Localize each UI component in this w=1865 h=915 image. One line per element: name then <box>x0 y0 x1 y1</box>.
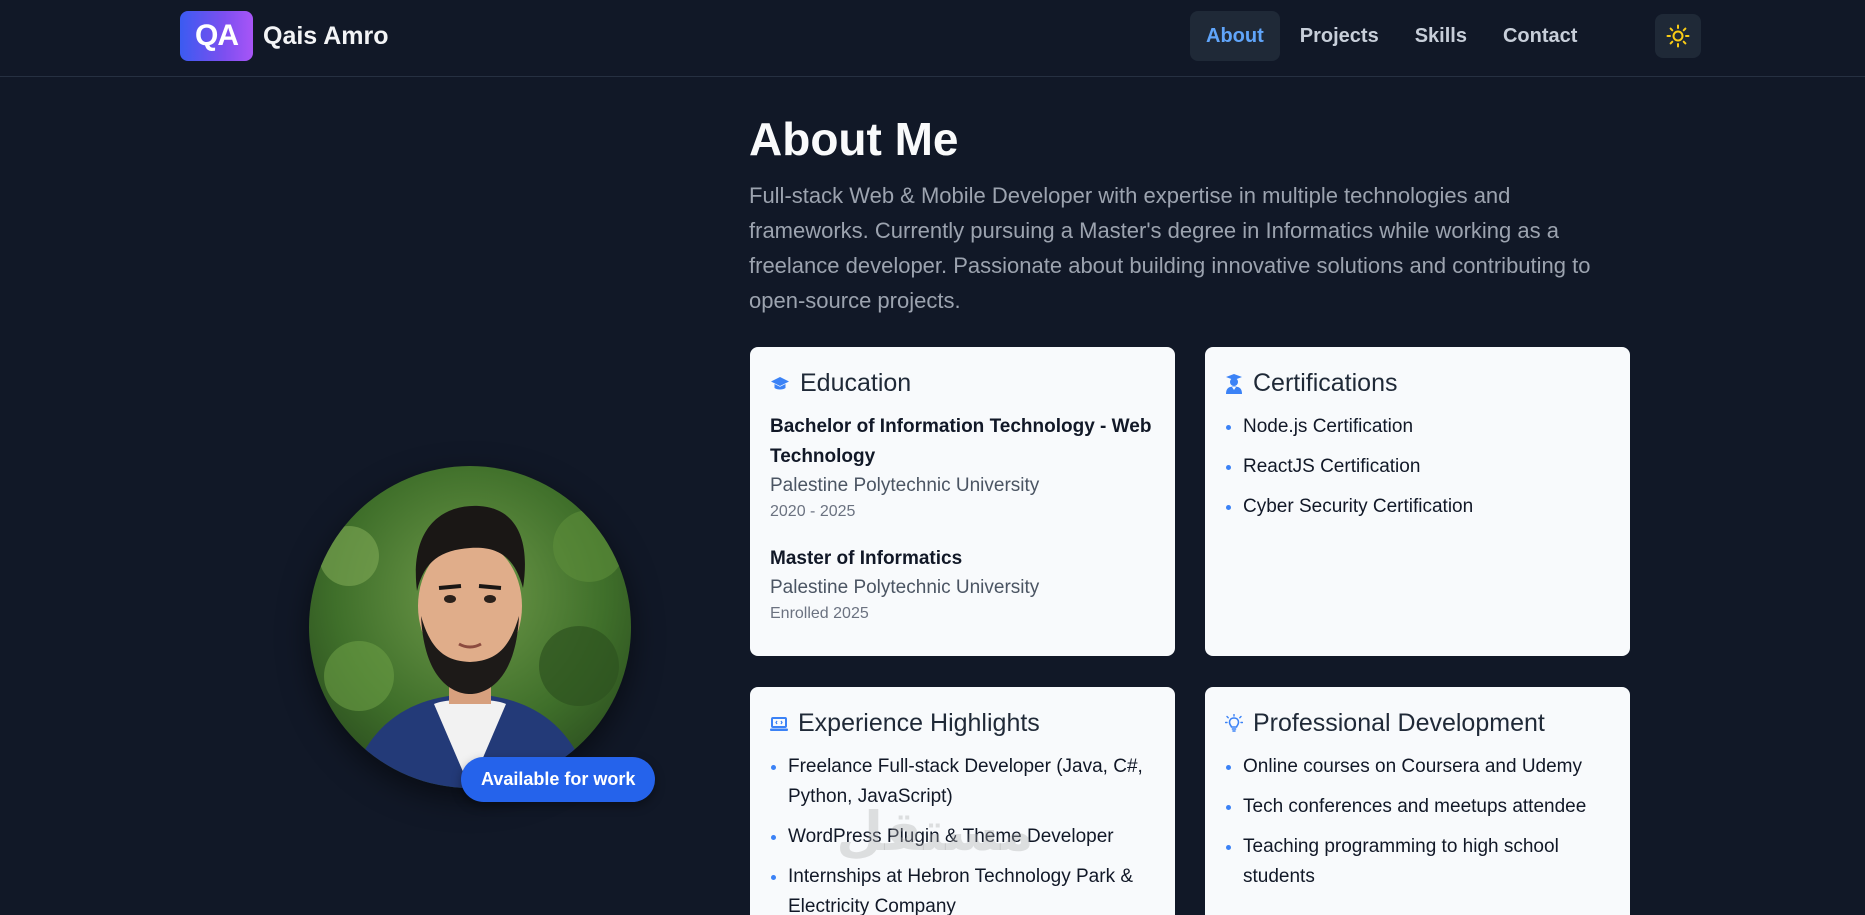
experience-card: Experience Highlights Freelance Full-sta… <box>750 687 1175 915</box>
certifications-title: Certifications <box>1253 369 1398 397</box>
degree: Bachelor of Information Technology - Web… <box>770 416 1152 467</box>
professional-development-title: Professional Development <box>1253 709 1545 737</box>
graduation-cap-icon <box>771 376 789 389</box>
page-title: About Me <box>749 113 959 165</box>
education-title: Education <box>800 369 912 397</box>
degree: Master of Informatics <box>770 548 963 569</box>
top-navbar: QA Qais Amro About Projects Skills Conta… <box>0 0 1865 77</box>
list-item: Cyber Security Certification <box>1225 492 1610 522</box>
school: Palestine Polytechnic University <box>770 577 1040 598</box>
nav-projects[interactable]: Projects <box>1284 11 1395 61</box>
list-item: Teaching programming to high school stud… <box>1225 832 1610 892</box>
theme-toggle-button[interactable] <box>1655 14 1701 58</box>
list-item: WordPress Plugin & Theme Developer <box>770 822 1155 852</box>
lightbulb-icon <box>1225 713 1243 732</box>
profile-photo <box>309 466 631 788</box>
list-item: Node.js Certification <box>1225 412 1610 442</box>
list-item: Tech conferences and meetups attendee <box>1225 792 1610 822</box>
list-item: Freelance Full-stack Developer (Java, C#… <box>770 752 1155 812</box>
user-graduate-icon <box>1226 373 1242 394</box>
education-card: Education Bachelor of Information Techno… <box>750 347 1175 656</box>
nav-contact[interactable]: Contact <box>1487 11 1593 61</box>
professional-development-card: Professional Development Online courses … <box>1205 687 1630 915</box>
about-description: Full-stack Web & Mobile Developer with e… <box>749 183 1591 313</box>
available-for-work-badge[interactable]: Available for work <box>461 757 656 802</box>
list-item: Internships at Hebron Technology Park & … <box>770 862 1155 915</box>
certifications-card: Certifications Node.js Certification Rea… <box>1205 347 1630 656</box>
nav-skills[interactable]: Skills <box>1399 11 1483 61</box>
sun-icon <box>1666 24 1690 48</box>
dates: 2020 - 2025 <box>770 503 856 520</box>
main-nav: About Projects Skills Contact <box>1190 11 1595 61</box>
laptop-icon <box>770 716 788 731</box>
avatar <box>309 466 631 788</box>
logo[interactable]: QA <box>180 11 253 61</box>
certifications-list: Node.js Certification ReactJS Certificat… <box>1225 412 1610 522</box>
experience-list: Freelance Full-stack Developer (Java, C#… <box>770 752 1155 915</box>
experience-title: Experience Highlights <box>798 709 1040 737</box>
brand-name[interactable]: Qais Amro <box>263 22 389 51</box>
school: Palestine Polytechnic University <box>770 475 1040 496</box>
brand[interactable]: QA Qais Amro <box>180 11 389 61</box>
development-list: Online courses on Coursera and Udemy Tec… <box>1225 752 1610 892</box>
nav-about[interactable]: About <box>1190 11 1280 61</box>
list-item: ReactJS Certification <box>1225 452 1610 482</box>
education-item: Bachelor of Information Technology - Web… <box>770 412 1155 524</box>
list-item: Online courses on Coursera and Udemy <box>1225 752 1610 782</box>
education-item: Master of Informatics Palestine Polytech… <box>770 544 1155 626</box>
dates: Enrolled 2025 <box>770 605 869 622</box>
